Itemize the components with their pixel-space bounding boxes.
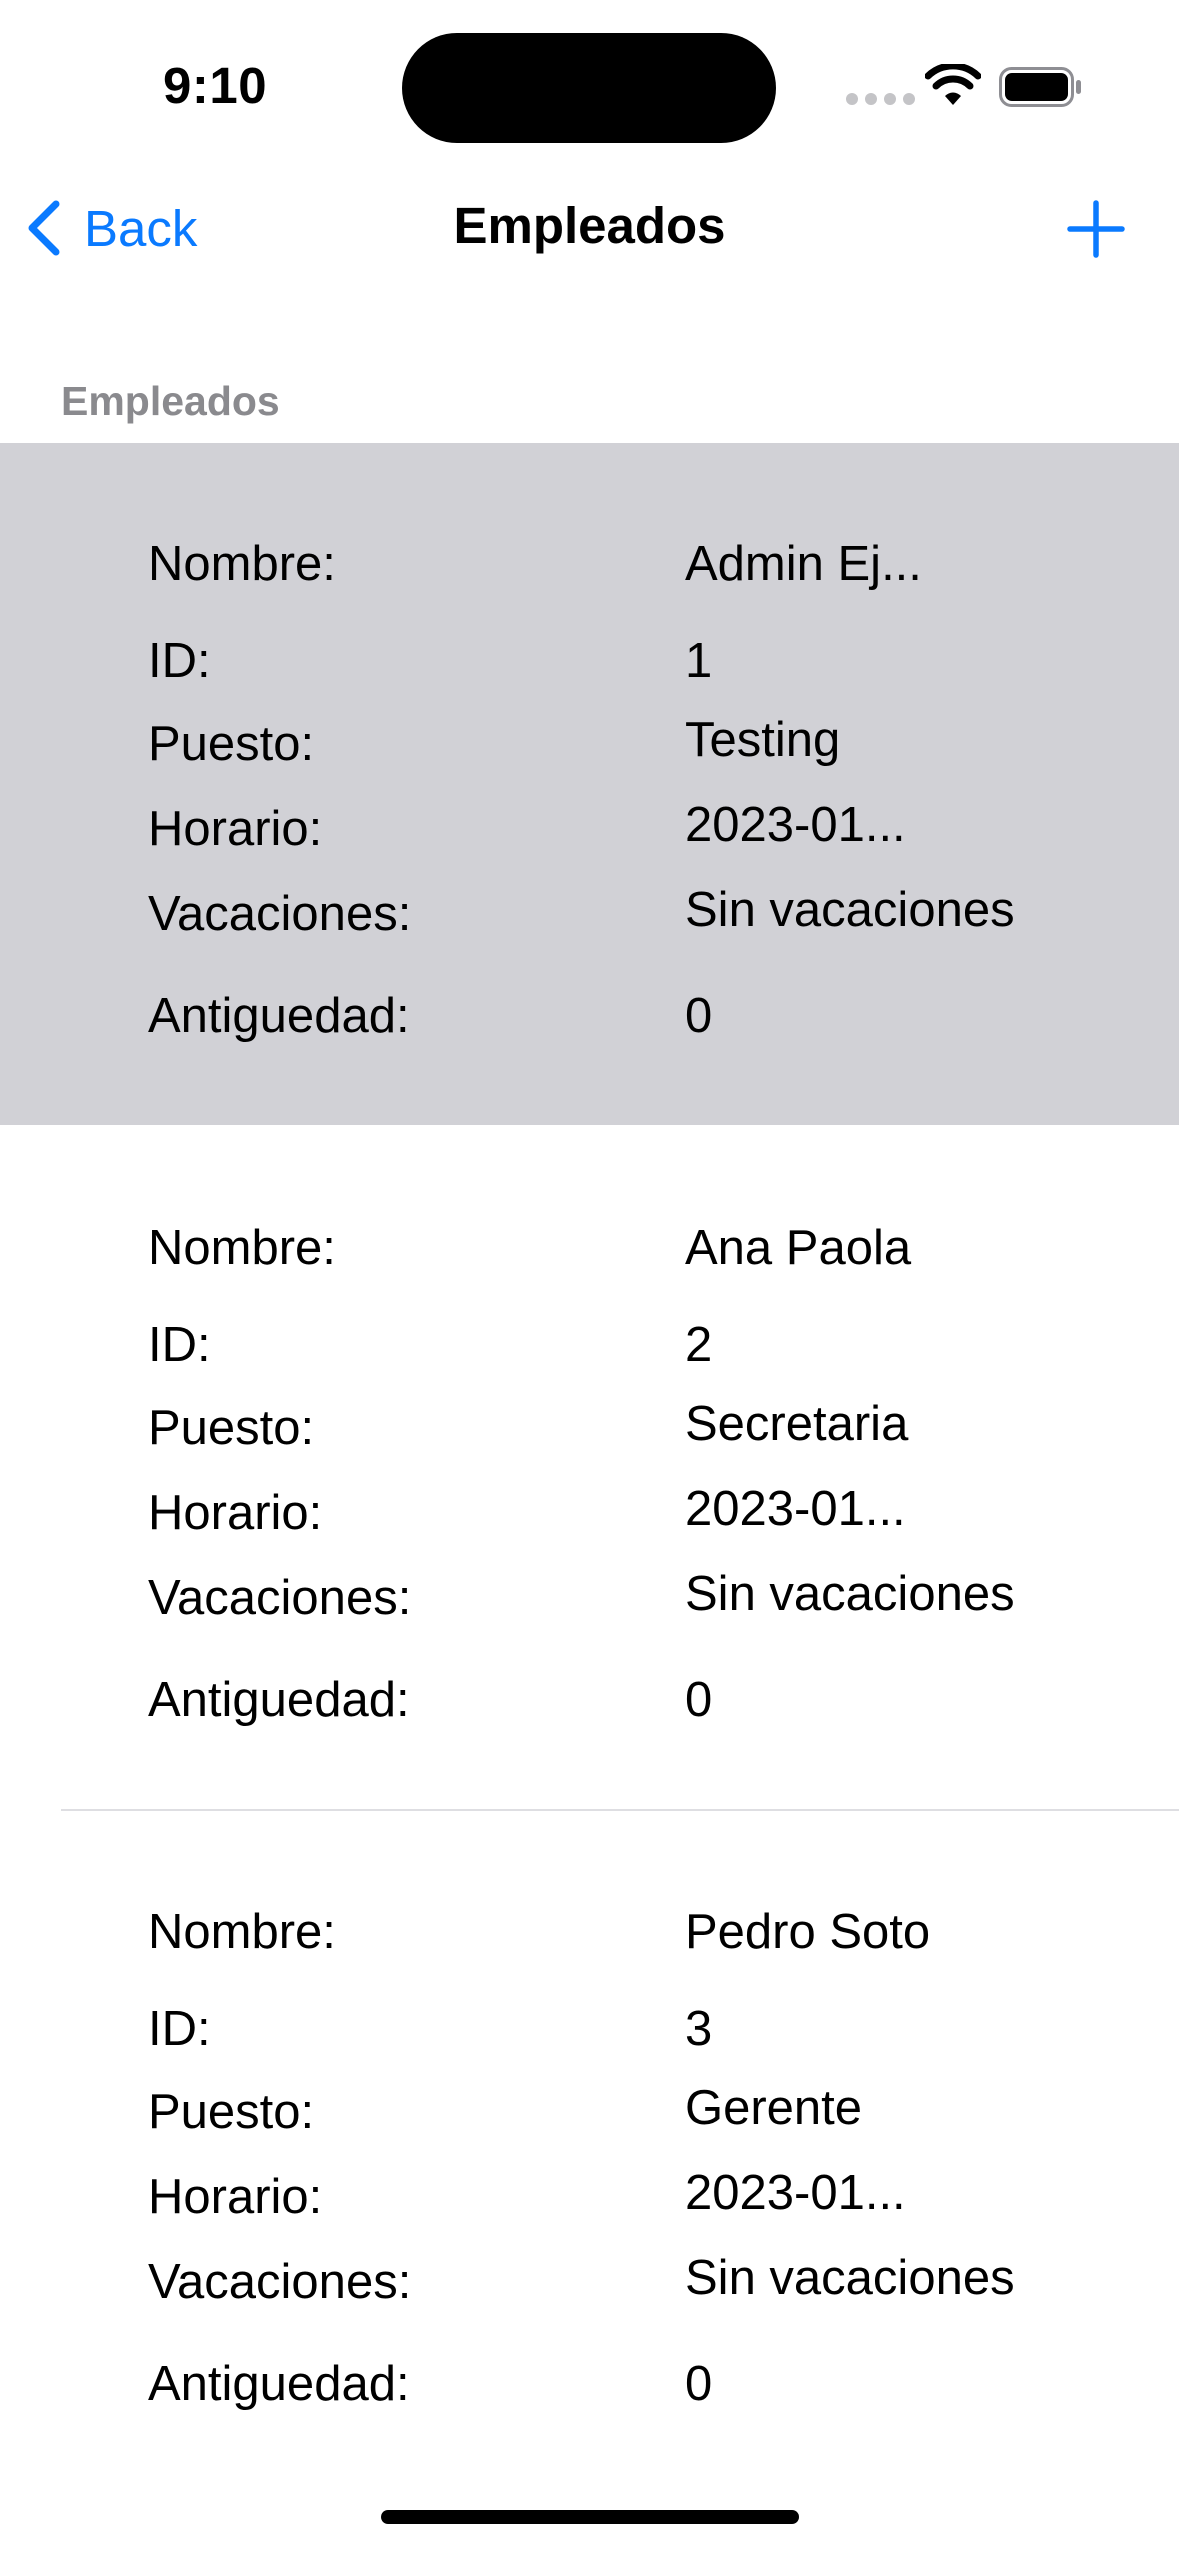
nombre-value: Pedro Soto	[685, 1905, 931, 1959]
id-value: 1	[685, 634, 713, 688]
nombre-label: Nombre:	[148, 537, 336, 591]
id-value: 2	[685, 1318, 713, 1372]
vacaciones-value: Sin vacaciones	[685, 1567, 1015, 1621]
wifi-icon	[925, 64, 981, 105]
employee-row[interactable]: Nombre: Ana Paola ID: 2 Puesto: Secretar…	[0, 1127, 1179, 1809]
nombre-label: Nombre:	[148, 1221, 336, 1275]
horario-value: 2023-01...	[685, 2166, 906, 2220]
nombre-label: Nombre:	[148, 1905, 336, 1959]
horario-value: 2023-01...	[685, 1482, 906, 1536]
employee-row[interactable]: Nombre: Pedro Soto ID: 3 Puesto: Gerente…	[0, 1811, 1179, 2493]
vacaciones-value: Sin vacaciones	[685, 2251, 1015, 2305]
puesto-label: Puesto:	[148, 1401, 315, 1455]
nombre-value: Ana Paola	[685, 1221, 912, 1275]
id-label: ID:	[148, 1318, 211, 1372]
puesto-value: Gerente	[685, 2081, 863, 2135]
puesto-value: Secretaria	[685, 1397, 909, 1451]
employee-list: Nombre: Admin Ej... ID: 1 Puesto: Testin…	[0, 443, 1179, 2493]
cellular-signal-icon	[846, 93, 915, 105]
vacaciones-value: Sin vacaciones	[685, 883, 1015, 937]
vacaciones-label: Vacaciones:	[148, 887, 412, 941]
page-title: Empleados	[453, 197, 726, 254]
antiguedad-value: 0	[685, 989, 713, 1043]
antiguedad-value: 0	[685, 1673, 713, 1727]
vacaciones-label: Vacaciones:	[148, 1571, 412, 1625]
id-label: ID:	[148, 634, 211, 688]
puesto-label: Puesto:	[148, 2085, 315, 2139]
antiguedad-label: Antiguedad:	[148, 1673, 410, 1727]
horario-label: Horario:	[148, 802, 323, 856]
id-label: ID:	[148, 2002, 211, 2056]
puesto-label: Puesto:	[148, 717, 315, 771]
horario-label: Horario:	[148, 2170, 323, 2224]
home-indicator[interactable]	[381, 2510, 799, 2524]
id-value: 3	[685, 2002, 713, 2056]
employee-row[interactable]: Nombre: Admin Ej... ID: 1 Puesto: Testin…	[0, 443, 1179, 1125]
antiguedad-label: Antiguedad:	[148, 989, 410, 1043]
antiguedad-value: 0	[685, 2357, 713, 2411]
vacaciones-label: Vacaciones:	[148, 2255, 412, 2309]
status-time: 9:10	[163, 57, 268, 114]
battery-icon	[999, 67, 1081, 107]
horario-label: Horario:	[148, 1486, 323, 1540]
antiguedad-label: Antiguedad:	[148, 2357, 410, 2411]
section-header: Empleados	[61, 378, 280, 424]
puesto-value: Testing	[685, 713, 841, 767]
dynamic-island	[402, 33, 776, 143]
horario-value: 2023-01...	[685, 798, 906, 852]
plus-icon[interactable]	[1066, 199, 1126, 259]
nombre-value: Admin Ej...	[685, 537, 922, 591]
